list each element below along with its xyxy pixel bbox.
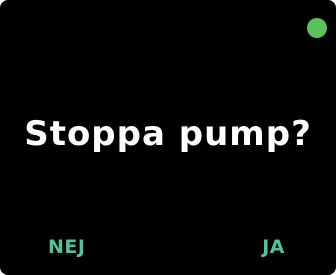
prompt-question: Stoppa pump? xyxy=(24,114,312,154)
no-button[interactable]: NEJ xyxy=(48,238,85,257)
device-screen: Stoppa pump? NEJ JA xyxy=(0,0,336,275)
yes-button[interactable]: JA xyxy=(262,238,285,257)
status-dot-icon xyxy=(307,18,327,38)
